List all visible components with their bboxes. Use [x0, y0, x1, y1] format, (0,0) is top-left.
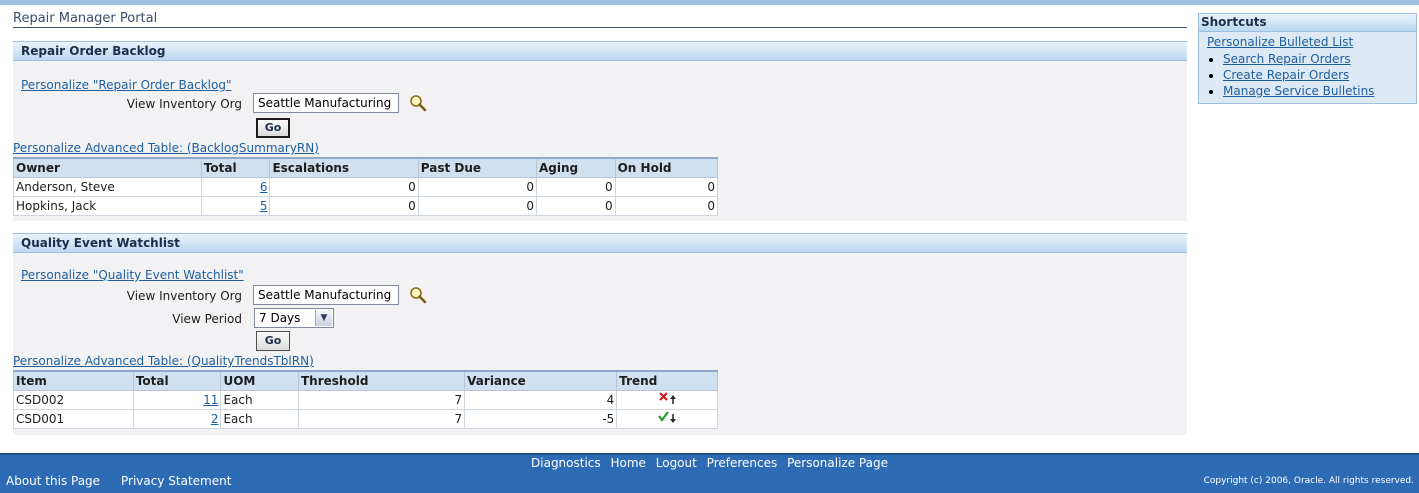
trend-down-good-icon	[658, 410, 677, 423]
chevron-down-icon[interactable]: ▼	[315, 310, 332, 326]
list-item: Create Repair Orders	[1223, 67, 1416, 83]
privacy-statement-link[interactable]: Privacy Statement	[121, 474, 231, 488]
search-icon[interactable]	[409, 286, 427, 304]
period-select-value: 7 Days	[259, 311, 301, 325]
owner-cell: Anderson, Steve	[13, 177, 202, 197]
personalize-backlog-link[interactable]: Personalize "Repair Order Backlog"	[21, 78, 231, 92]
create-repair-orders-link[interactable]: Create Repair Orders	[1223, 68, 1349, 82]
trend-cell	[616, 390, 718, 410]
escalations-cell: 0	[269, 177, 419, 197]
col-past-due[interactable]: Past Due	[417, 157, 537, 178]
item-cell: CSD002	[13, 390, 134, 410]
shortcuts-list: Search Repair Orders Create Repair Order…	[1199, 51, 1416, 99]
variance-cell: -5	[464, 409, 618, 429]
list-item: Search Repair Orders	[1223, 51, 1416, 67]
threshold-cell: 7	[297, 390, 466, 410]
personalize-page-link[interactable]: Personalize Page	[787, 456, 888, 470]
shortcuts-panel: Shortcuts Personalize Bulleted List Sear…	[1198, 13, 1417, 104]
total-link[interactable]: 11	[203, 393, 218, 407]
personalize-quality-table-link[interactable]: Personalize Advanced Table: (QualityTren…	[13, 354, 314, 368]
trend-cell	[616, 409, 718, 429]
preferences-link[interactable]: Preferences	[707, 456, 778, 470]
footer-divider	[0, 453, 1419, 455]
diagnostics-link[interactable]: Diagnostics	[531, 456, 601, 470]
trend-up-bad-icon	[659, 391, 677, 404]
past-due-cell: 0	[417, 196, 537, 216]
col-aging[interactable]: Aging	[535, 157, 616, 178]
aging-cell: 0	[535, 196, 616, 216]
manage-service-bulletins-link[interactable]: Manage Service Bulletins	[1223, 84, 1374, 98]
backlog-inventory-label: View Inventory Org	[126, 97, 242, 111]
col-total[interactable]: Total	[200, 157, 271, 178]
list-item: Manage Service Bulletins	[1223, 83, 1416, 99]
col-owner[interactable]: Owner	[13, 157, 202, 178]
table-row: Anderson, Steve 6 0 0 0 0	[13, 177, 719, 197]
col-trend[interactable]: Trend	[616, 370, 718, 391]
search-repair-orders-link[interactable]: Search Repair Orders	[1223, 52, 1351, 66]
col-variance[interactable]: Variance	[464, 370, 618, 391]
table-row: Hopkins, Jack 5 0 0 0 0	[13, 196, 719, 216]
threshold-cell: 7	[297, 409, 466, 429]
page-title: Repair Manager Portal	[13, 11, 1187, 28]
shortcuts-header: Shortcuts	[1199, 14, 1416, 32]
repair-order-backlog-header: Repair Order Backlog	[13, 41, 1187, 61]
past-due-cell: 0	[417, 177, 537, 197]
uom-cell: Each	[220, 390, 299, 410]
col-threshold[interactable]: Threshold	[297, 370, 466, 391]
quality-inventory-label: View Inventory Org	[126, 289, 242, 303]
quality-event-watchlist-header: Quality Event Watchlist	[13, 233, 1187, 253]
table-row: CSD001 2 Each 7 -5	[13, 409, 718, 429]
personalize-backlog-table-link[interactable]: Personalize Advanced Table: (BacklogSumm…	[13, 141, 319, 155]
col-item[interactable]: Item	[13, 370, 134, 391]
home-link[interactable]: Home	[610, 456, 645, 470]
uom-cell: Each	[220, 409, 299, 429]
owner-cell: Hopkins, Jack	[13, 196, 202, 216]
total-link[interactable]: 5	[260, 199, 268, 213]
copyright-text: Copyright (c) 2006, Oracle. All rights r…	[1203, 476, 1414, 486]
col-total[interactable]: Total	[132, 370, 222, 391]
about-page-link[interactable]: About this Page	[6, 474, 100, 488]
period-select[interactable]: 7 Days ▼	[254, 308, 334, 328]
variance-cell: 4	[464, 390, 618, 410]
quality-table: Item Total UOM Threshold Variance Trend …	[13, 370, 718, 429]
logout-link[interactable]: Logout	[656, 456, 697, 470]
top-accent-bar	[0, 0, 1419, 5]
backlog-inventory-input[interactable]: Seattle Manufacturing	[253, 93, 399, 113]
footer: Diagnostics Home Logout Preferences Pers…	[0, 453, 1419, 493]
search-icon[interactable]	[409, 94, 427, 112]
backlog-table: Owner Total Escalations Past Due Aging O…	[13, 157, 719, 216]
total-link[interactable]: 6	[260, 180, 268, 194]
backlog-go-button[interactable]: Go	[256, 118, 290, 138]
col-uom[interactable]: UOM	[220, 370, 299, 391]
on-hold-cell: 0	[614, 177, 719, 197]
on-hold-cell: 0	[614, 196, 719, 216]
total-link[interactable]: 2	[211, 412, 219, 426]
period-label: View Period	[172, 312, 242, 326]
global-links: Diagnostics Home Logout Preferences Pers…	[0, 456, 1419, 470]
escalations-cell: 0	[269, 196, 419, 216]
quality-go-button[interactable]: Go	[256, 331, 290, 351]
col-escalations[interactable]: Escalations	[269, 157, 419, 178]
personalize-quality-link[interactable]: Personalize "Quality Event Watchlist"	[21, 268, 244, 282]
personalize-bulleted-list-link[interactable]: Personalize Bulleted List	[1207, 35, 1353, 49]
item-cell: CSD001	[13, 409, 134, 429]
table-row: CSD002 11 Each 7 4	[13, 390, 718, 410]
quality-inventory-input[interactable]: Seattle Manufacturing	[253, 285, 399, 305]
col-on-hold[interactable]: On Hold	[614, 157, 719, 178]
aging-cell: 0	[535, 177, 616, 197]
